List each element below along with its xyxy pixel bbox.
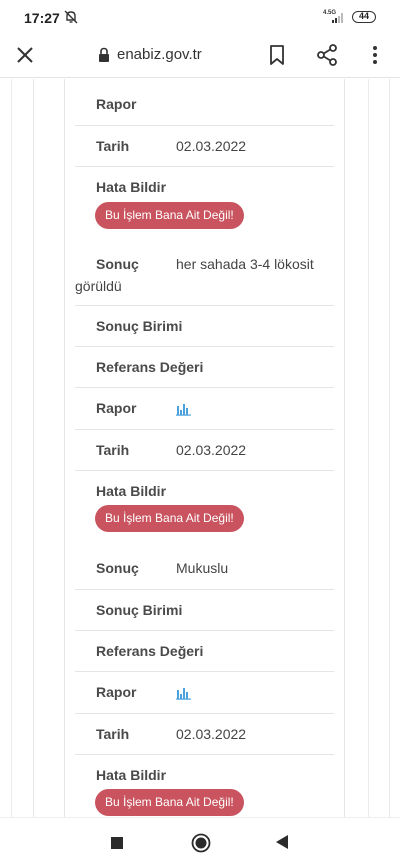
divider	[389, 79, 390, 817]
table-row: Sonuç Mukuslu	[75, 549, 334, 590]
sonuc-value: her sahada 3-4 lökosit görüldü	[75, 256, 314, 294]
notifications-off-icon	[64, 10, 78, 24]
tarih-value: 02.03.2022	[176, 442, 247, 458]
sonuc-label: Sonuç	[96, 560, 139, 576]
rapor-label: Rapor	[96, 400, 137, 416]
hata-bildir-label: Hata Bildir	[96, 767, 167, 783]
battery-level: 44	[358, 11, 369, 21]
tarih-label: Tarih	[96, 442, 130, 458]
tarih-label: Tarih	[96, 726, 130, 742]
status-bar: 17:27 4.5G 44	[0, 0, 400, 34]
table-row: Rapor	[75, 79, 334, 126]
table-row: Sonuç Birimi	[75, 590, 334, 631]
table-row: Hata Bildir Bu İşlem Bana Ait Değil!	[75, 755, 334, 817]
share-icon[interactable]	[316, 43, 338, 67]
url-text[interactable]: enabiz.gov.tr	[117, 46, 202, 63]
close-icon[interactable]	[14, 44, 36, 66]
referans-degeri-label: Referans Değeri	[96, 359, 204, 375]
divider	[368, 79, 369, 817]
table-row: Tarih 02.03.2022	[75, 126, 334, 167]
table-row: Rapor	[75, 672, 334, 714]
referans-degeri-label: Referans Değeri	[96, 643, 204, 659]
back-icon[interactable]	[275, 834, 289, 850]
report-error-button[interactable]: Bu İşlem Bana Ait Değil!	[95, 202, 244, 229]
signal-icon	[332, 13, 343, 23]
system-nav-bar	[0, 817, 400, 866]
recents-icon[interactable]	[111, 837, 123, 849]
table-row: Rapor	[75, 388, 334, 430]
table-row: Sonuç her sahada 3-4 lökosit görüldü	[75, 245, 334, 306]
rapor-label: Rapor	[96, 96, 137, 112]
table-row: Tarih 02.03.2022	[75, 714, 334, 755]
divider	[11, 79, 12, 817]
tarih-value: 02.03.2022	[176, 726, 247, 742]
report-error-button[interactable]: Bu İşlem Bana Ait Değil!	[95, 789, 244, 816]
tarih-value: 02.03.2022	[176, 138, 247, 154]
sonuc-birimi-label: Sonuç Birimi	[96, 318, 183, 334]
bookmark-icon[interactable]	[268, 44, 286, 66]
page-content: Rapor Tarih 02.03.2022 Hata Bildir Bu İş…	[0, 79, 400, 817]
sonuc-birimi-label: Sonuç Birimi	[96, 602, 183, 618]
report-error-button[interactable]: Bu İşlem Bana Ait Değil!	[95, 505, 244, 532]
hata-bildir-label: Hata Bildir	[96, 179, 167, 195]
table-row: Tarih 02.03.2022	[75, 430, 334, 471]
bar-chart-icon[interactable]	[176, 402, 191, 416]
table-row: Referans Değeri	[75, 631, 334, 672]
tarih-label: Tarih	[96, 138, 130, 154]
more-vert-icon[interactable]	[366, 44, 384, 66]
home-icon[interactable]	[191, 833, 211, 853]
table-row: Sonuç Birimi	[75, 306, 334, 347]
table-row: Hata Bildir Bu İşlem Bana Ait Değil!	[75, 167, 334, 245]
lock-icon	[99, 47, 109, 62]
table-row: Hata Bildir Bu İşlem Bana Ait Değil!	[75, 471, 334, 549]
table-row: Referans Değeri	[75, 347, 334, 388]
bar-chart-icon[interactable]	[176, 686, 191, 700]
rapor-label: Rapor	[96, 684, 137, 700]
browser-toolbar: enabiz.gov.tr	[0, 34, 400, 78]
battery-icon: 44	[352, 11, 376, 23]
sonuc-value: Mukuslu	[176, 560, 229, 576]
hata-bildir-label: Hata Bildir	[96, 483, 167, 499]
divider	[33, 79, 34, 817]
status-time: 17:27	[24, 10, 60, 26]
